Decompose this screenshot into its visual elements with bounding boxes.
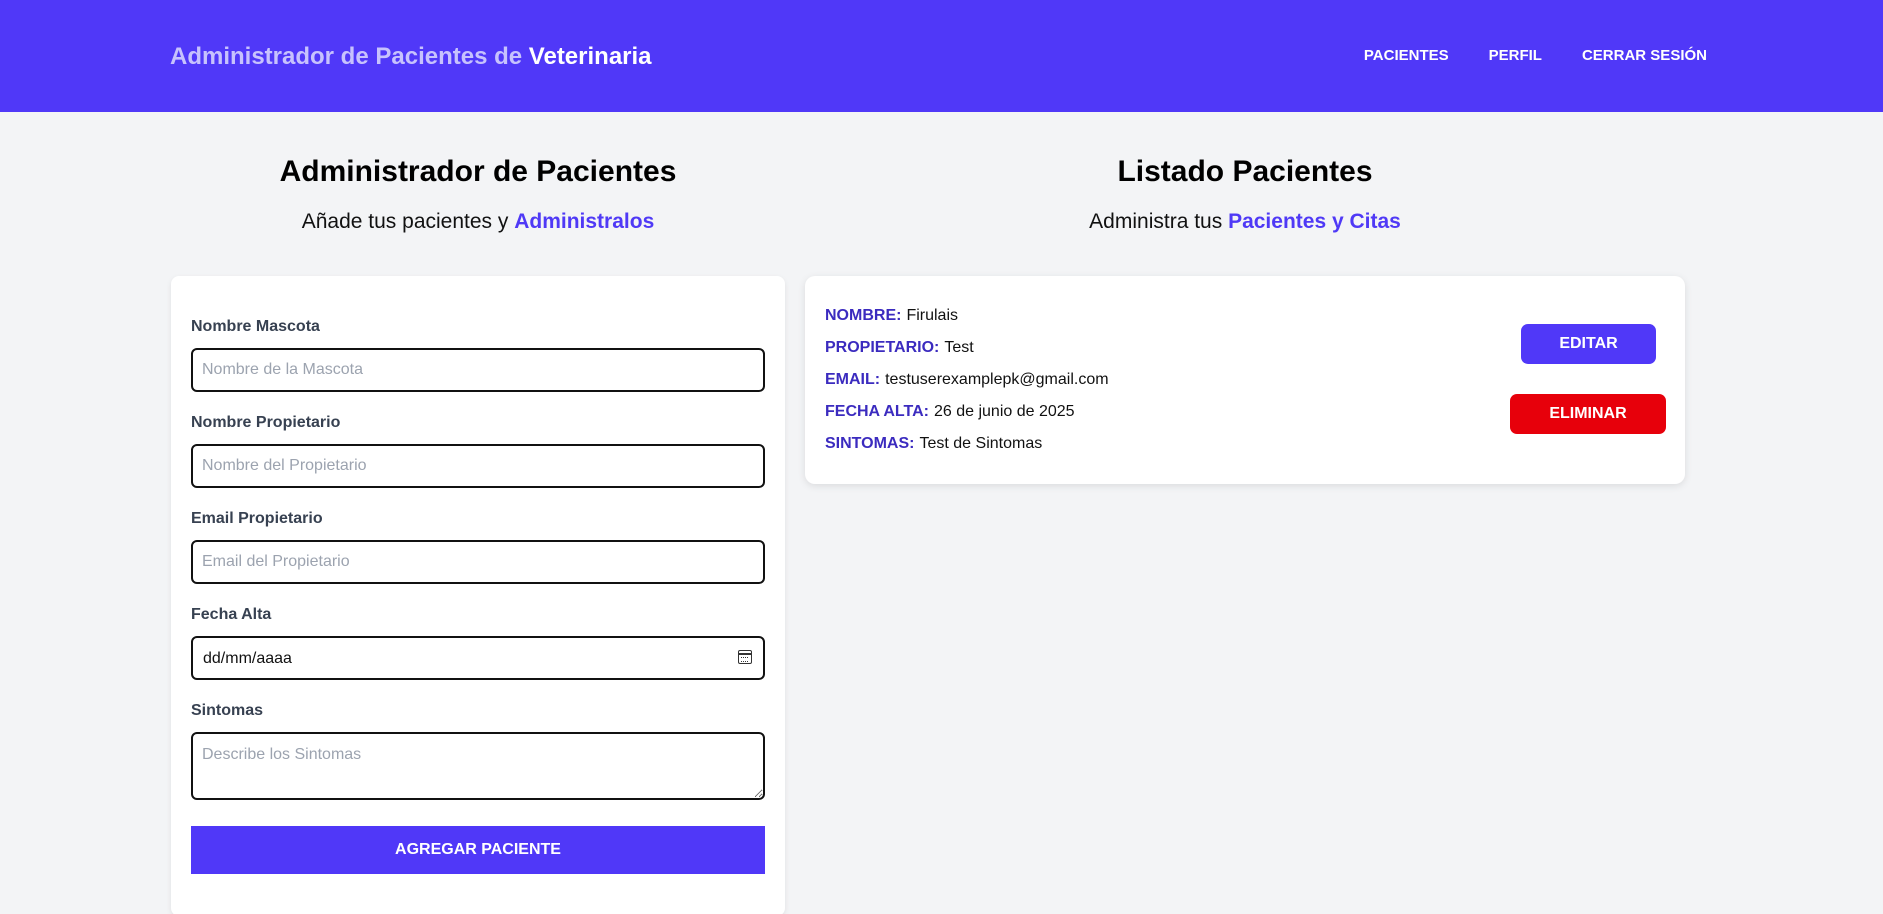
nav-perfil-link[interactable]: PERFIL <box>1489 47 1542 64</box>
owner-email-input[interactable] <box>191 540 765 584</box>
list-section-title: Listado Pacientes <box>1117 155 1373 188</box>
form-subtitle-prefix: Añade tus pacientes y <box>301 210 509 233</box>
pet-name-input[interactable] <box>191 348 765 392</box>
patient-email-row: EMAIL: testuserexamplepk@gmail.com <box>825 371 1109 389</box>
patient-date-row: FECHA ALTA: 26 de junio de 2025 <box>825 403 1075 421</box>
app-brand: Administrador de Pacientes de Veterinari… <box>170 43 652 71</box>
patient-name-row: NOMBRE: Firulais <box>825 307 958 325</box>
patient-owner-row: PROPIETARIO: Test <box>825 339 974 357</box>
nav-pacientes-link[interactable]: PACIENTES <box>1364 47 1449 64</box>
edit-patient-button[interactable]: EDITAR <box>1521 324 1656 364</box>
form-section-subtitle: Añade tus pacientes y Administralos <box>171 210 785 234</box>
pet-name-label: Nombre Mascota <box>191 318 320 335</box>
add-patient-button[interactable]: AGREGAR PACIENTE <box>191 826 765 874</box>
list-subtitle-prefix: Administra tus <box>1089 210 1223 233</box>
patient-field-value: 26 de junio de 2025 <box>933 403 1075 420</box>
owner-name-label: Nombre Propietario <box>191 414 341 431</box>
brand-strong: Veterinaria <box>528 43 652 70</box>
main-nav: PACIENTES PERFIL CERRAR SESIÓN <box>1364 47 1707 64</box>
nav-cerrar-sesion-link[interactable]: CERRAR SESIÓN <box>1582 47 1707 64</box>
symptoms-textarea[interactable] <box>191 732 765 800</box>
list-subtitle-highlight: Pacientes y Citas <box>1228 210 1401 233</box>
patient-card: NOMBRE: Firulais PROPIETARIO: Test EMAIL: t… <box>805 276 1685 484</box>
patient-field-value: Firulais <box>906 307 958 324</box>
calendar-icon[interactable] <box>738 650 752 664</box>
list-section-subtitle: Administra tus Pacientes y Citas <box>805 210 1685 234</box>
discharge-date-input[interactable]: dd/mm/aaaa <box>191 636 765 680</box>
form-section-title: Administrador de Pacientes <box>279 155 677 188</box>
patient-form: Nombre Mascota Nombre Propietario Email … <box>171 276 785 914</box>
brand-prefix: Administrador de Pacientes de <box>170 43 523 70</box>
form-subtitle-highlight: Administralos <box>514 210 655 233</box>
patient-field-value: testuserexamplepk@gmail.com <box>885 371 1109 388</box>
owner-email-label: Email Propietario <box>191 510 323 527</box>
patient-field-value: Test <box>944 339 974 356</box>
app-header: Administrador de Pacientes de Veterinari… <box>0 0 1883 112</box>
patient-field-key: SINTOMAS: <box>825 435 915 452</box>
delete-patient-button[interactable]: ELIMINAR <box>1510 394 1666 434</box>
patient-field-key: EMAIL: <box>825 371 881 388</box>
patient-field-key: PROPIETARIO: <box>825 339 940 356</box>
patient-symptoms-row: SINTOMAS: Test de Sintomas <box>825 435 1042 453</box>
symptoms-label: Sintomas <box>191 702 264 719</box>
date-placeholder: dd/mm/aaaa <box>203 650 292 667</box>
patient-field-key: NOMBRE: <box>825 307 902 324</box>
patient-field-value: Test de Sintomas <box>919 435 1043 452</box>
discharge-date-label: Fecha Alta <box>191 606 272 623</box>
patient-field-key: FECHA ALTA: <box>825 403 929 420</box>
owner-name-input[interactable] <box>191 444 765 488</box>
